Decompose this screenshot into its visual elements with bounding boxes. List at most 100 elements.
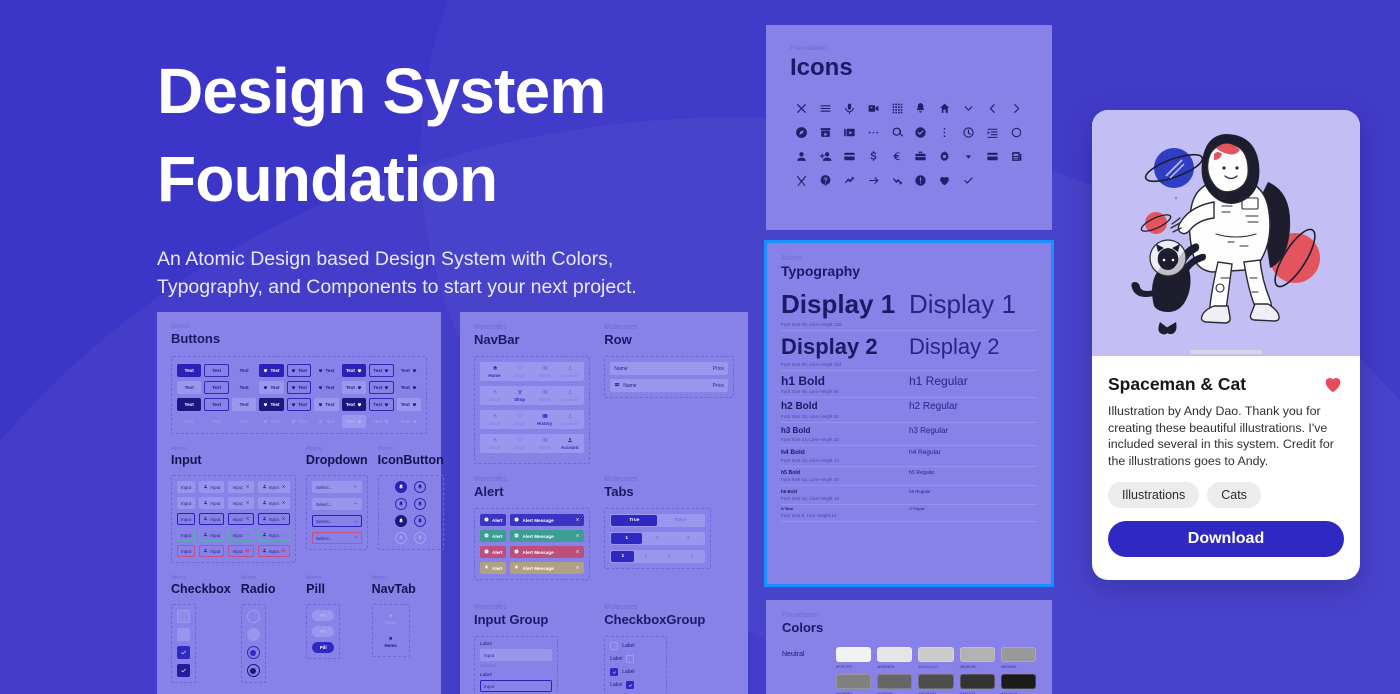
tab-2[interactable]: 2 — [634, 551, 657, 562]
input-field[interactable]: Input — [177, 513, 196, 525]
checkbox-group-item[interactable]: Label — [610, 655, 660, 663]
chevron-up-icon[interactable] — [353, 518, 358, 524]
close-icon[interactable] — [245, 516, 250, 522]
euro-icon[interactable] — [891, 150, 904, 163]
arrow-right-icon[interactable] — [867, 174, 880, 187]
color-swatch-cell[interactable]: #1A1A1A — [1000, 674, 1037, 694]
person-icon[interactable] — [795, 150, 808, 163]
chevron-down-icon[interactable] — [353, 484, 358, 490]
close-icon[interactable] — [795, 102, 808, 115]
close-icon[interactable] — [281, 484, 286, 490]
color-swatch[interactable] — [836, 647, 872, 662]
color-swatch-cell[interactable]: #808080 — [836, 674, 872, 694]
clock-icon[interactable] — [962, 126, 975, 139]
credit-card-icon[interactable] — [843, 150, 856, 163]
more-horiz-icon[interactable] — [867, 126, 880, 139]
navbar-item-account[interactable]: Account — [557, 389, 582, 402]
more-vert-icon[interactable] — [938, 126, 951, 139]
checkbox[interactable] — [177, 610, 190, 623]
input-field[interactable]: Input — [257, 497, 290, 509]
input-field[interactable]: Input — [228, 545, 254, 557]
input-group-field[interactable]: Input — [480, 649, 552, 661]
navbar-item-shop[interactable]: Shop — [507, 413, 532, 426]
color-swatch[interactable] — [918, 647, 954, 662]
chevron-right-icon[interactable] — [1010, 102, 1023, 115]
tab-group[interactable]: 1234 — [610, 550, 705, 563]
icons-panel[interactable]: Foundation Icons — [766, 25, 1052, 230]
input-field[interactable]: Input — [199, 497, 225, 509]
input-field[interactable]: Input — [199, 545, 225, 557]
chevron-down-icon[interactable] — [353, 501, 358, 507]
videocam-icon[interactable] — [867, 102, 880, 115]
table-row[interactable]: Name Price — [610, 379, 728, 392]
color-swatch[interactable] — [1000, 674, 1037, 689]
checkbox-group-item[interactable]: Label — [610, 668, 660, 676]
input-field[interactable]: Input — [199, 513, 225, 525]
button-variant[interactable]: Text — [259, 398, 284, 411]
molecules-sheet[interactable]: Molecules NavBar Home Shop History Accou… — [460, 312, 748, 694]
icon-button[interactable] — [395, 532, 408, 544]
color-swatch[interactable] — [877, 647, 913, 662]
button-variant[interactable]: Text — [287, 415, 311, 428]
heart-icon[interactable] — [1322, 373, 1344, 400]
mic-icon[interactable] — [843, 102, 856, 115]
color-swatch-cell[interactable]: #666666 — [877, 674, 913, 694]
color-swatch[interactable] — [1000, 647, 1037, 662]
button-variant[interactable]: Text — [369, 381, 394, 394]
tab-3[interactable]: 3 — [657, 551, 680, 562]
navbar-item-account[interactable]: Account — [557, 365, 582, 378]
checkbox[interactable] — [626, 681, 635, 689]
button-variant[interactable]: Text — [314, 415, 338, 428]
menu-icon[interactable] — [819, 102, 832, 115]
caret-down-icon[interactable] — [962, 150, 975, 163]
icon-button[interactable] — [395, 515, 408, 527]
navbar-item-history[interactable]: History — [532, 365, 557, 378]
input-field[interactable]: Input — [177, 529, 196, 541]
chevron-down-icon[interactable] — [962, 102, 975, 115]
navbar-item-shop[interactable]: Shop — [507, 437, 532, 450]
button-variant[interactable]: Text — [232, 364, 256, 377]
navbar-item-account[interactable]: Account — [557, 413, 582, 426]
alert-long[interactable]: Alert Message — [510, 514, 585, 526]
apps-icon[interactable] — [891, 102, 904, 115]
color-swatch-cell[interactable]: #CCCCCC — [918, 647, 954, 669]
color-swatch-cell[interactable]: #E5E5E5 — [877, 647, 913, 669]
check-circle-icon[interactable] — [914, 126, 927, 139]
color-swatch[interactable] — [918, 674, 954, 689]
dropdown-select[interactable]: Select... — [311, 515, 362, 527]
dropdown-select[interactable]: Select... — [311, 481, 362, 493]
input-field[interactable]: Input — [177, 481, 196, 493]
chevron-down-icon[interactable] — [353, 535, 358, 541]
utensils-icon[interactable] — [795, 174, 808, 187]
navbar-item-home[interactable]: Home — [482, 413, 507, 426]
color-swatch-cell[interactable]: #F2F2F2 — [836, 647, 872, 669]
button-variant[interactable]: Text — [259, 364, 284, 377]
button-variant[interactable]: Text — [397, 415, 421, 428]
nav-tab[interactable]: Home — [378, 610, 404, 628]
radio-button[interactable] — [246, 646, 260, 659]
alert-short[interactable]: Alert — [480, 546, 507, 558]
pill[interactable]: Pill — [312, 626, 335, 637]
checkbox[interactable] — [610, 668, 619, 676]
input-field[interactable]: Input — [257, 529, 290, 541]
button-variant[interactable]: Text — [286, 364, 312, 377]
input-field[interactable]: Input — [257, 545, 290, 557]
button-variant[interactable]: Text — [369, 415, 393, 428]
input-field[interactable]: Input — [228, 529, 254, 541]
checkbox[interactable] — [177, 664, 190, 677]
tab-true[interactable]: True — [611, 515, 658, 526]
button-variant[interactable]: Text — [204, 398, 229, 411]
icon-button[interactable] — [395, 481, 408, 493]
tab-3[interactable]: 3 — [673, 533, 704, 544]
button-variant[interactable]: Text — [177, 415, 201, 428]
search-icon[interactable] — [891, 126, 904, 139]
nav-tab[interactable]: Home — [378, 633, 404, 651]
input-field[interactable]: Input — [228, 481, 254, 493]
navbar-item-history[interactable]: History — [532, 413, 557, 426]
button-variant[interactable]: Text — [341, 381, 367, 394]
button-variant[interactable]: Text — [314, 398, 339, 411]
button-variant[interactable]: Text — [341, 364, 367, 377]
error-icon[interactable] — [914, 174, 927, 187]
input-field[interactable]: Input — [177, 545, 196, 557]
icon-button[interactable] — [414, 532, 427, 544]
